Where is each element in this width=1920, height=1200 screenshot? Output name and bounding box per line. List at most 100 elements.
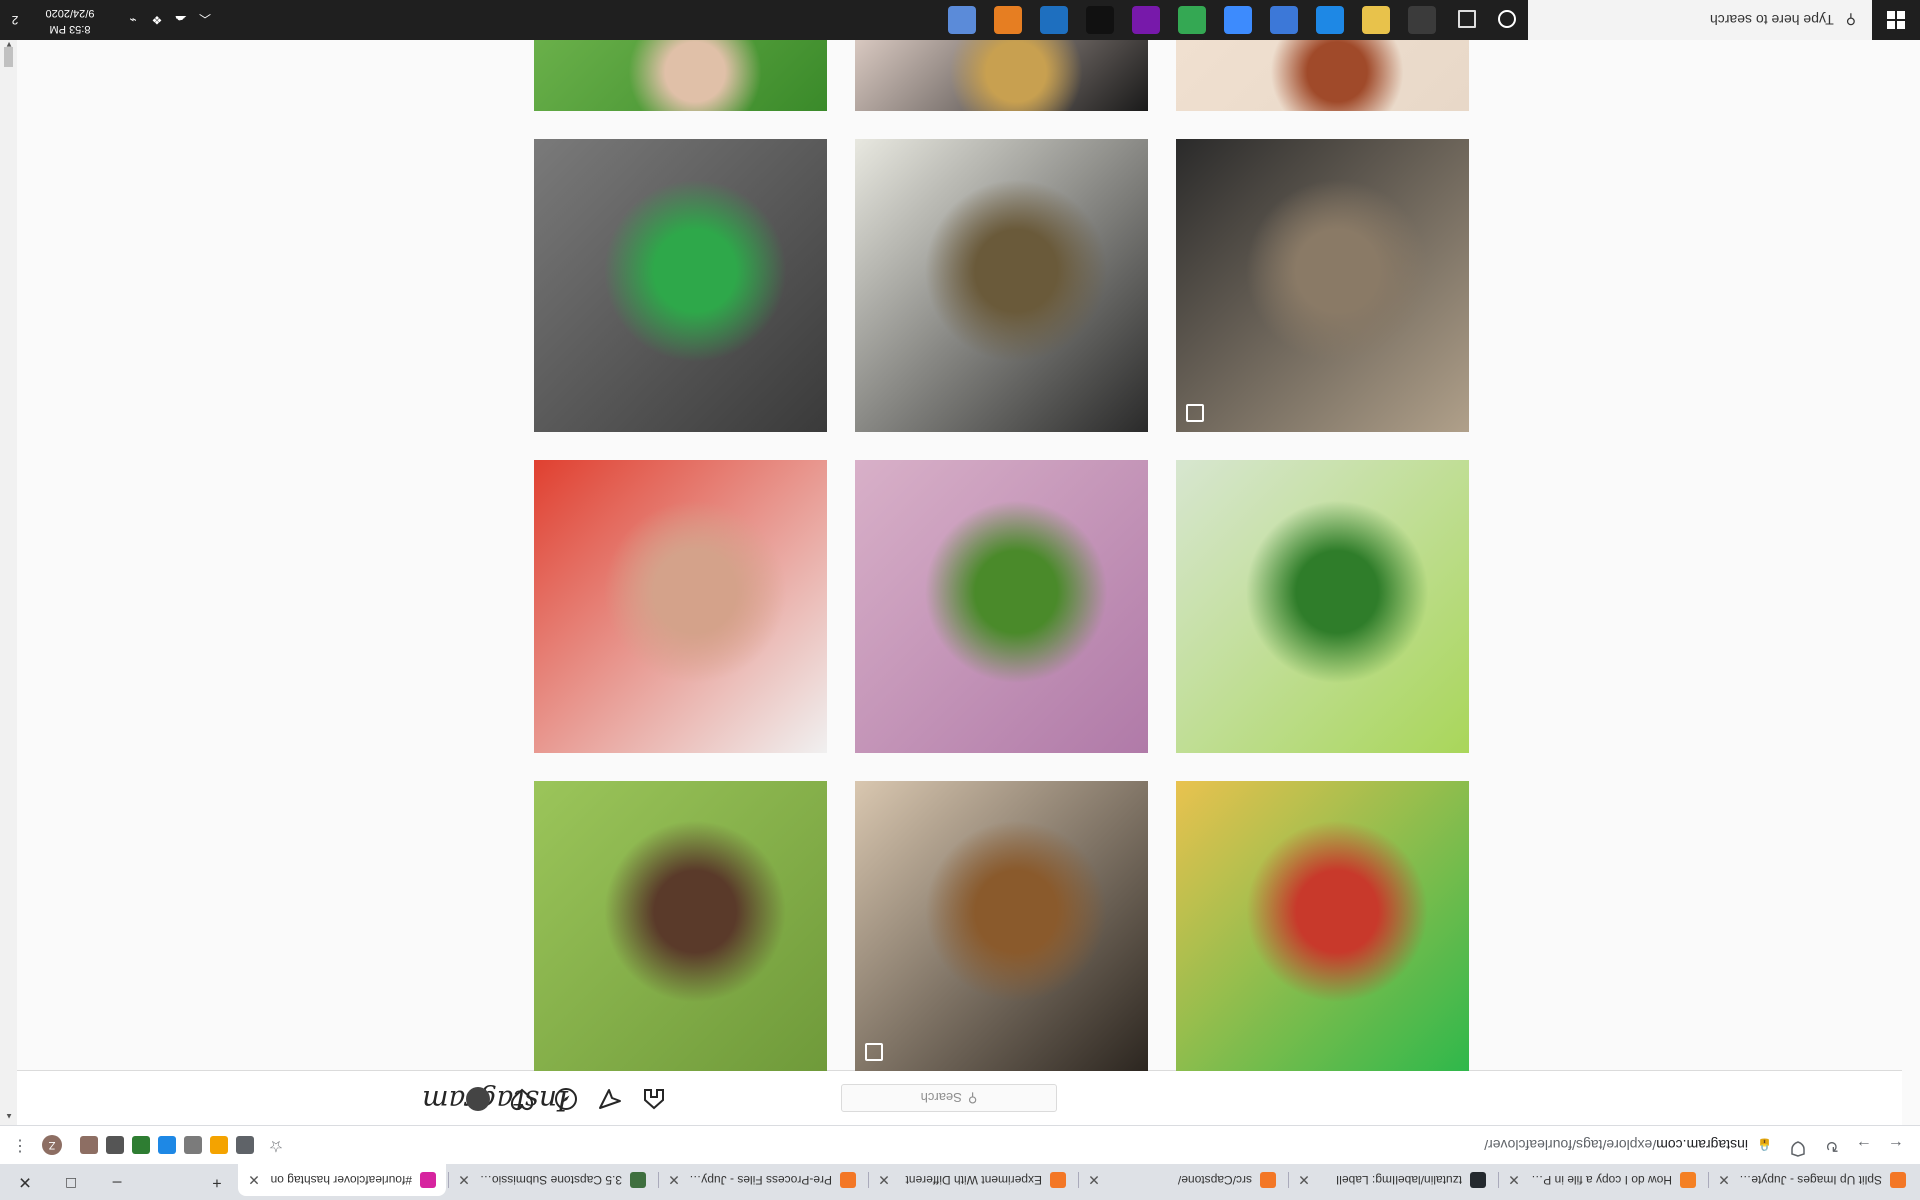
post-thumbnail[interactable] bbox=[534, 781, 827, 1071]
maximize-button[interactable]: □ bbox=[48, 1164, 94, 1200]
multiple-posts-icon bbox=[1186, 404, 1204, 422]
post-thumbnail[interactable] bbox=[855, 460, 1148, 753]
post-thumbnail[interactable] bbox=[855, 139, 1148, 432]
close-tab-icon[interactable]: ✕ bbox=[1506, 1172, 1522, 1188]
scroll-down-arrow-icon[interactable]: ▼ bbox=[5, 40, 13, 49]
taskbar-app-icon[interactable] bbox=[994, 6, 1022, 34]
close-tab-icon[interactable]: ✕ bbox=[246, 1172, 262, 1188]
extension-icon[interactable] bbox=[236, 1136, 254, 1154]
browser-tab[interactable]: src/Capstone/ ✕ bbox=[1078, 1164, 1286, 1196]
close-tab-icon[interactable]: ✕ bbox=[666, 1172, 682, 1188]
taskbar-app-icon[interactable] bbox=[1362, 6, 1390, 34]
extension-icon[interactable] bbox=[106, 1136, 124, 1154]
extension-icon[interactable] bbox=[132, 1136, 150, 1154]
taskbar-app-icon[interactable] bbox=[1086, 6, 1114, 34]
post-thumbnail[interactable] bbox=[534, 40, 827, 111]
tray-overflow-chevron-icon[interactable]: ︿ bbox=[194, 0, 216, 40]
extension-icon[interactable] bbox=[80, 1136, 98, 1154]
browser-tab[interactable]: How do I copy a file in Pyth ✕ bbox=[1498, 1164, 1706, 1196]
tab-title: #fourleafclover hashtag on bbox=[270, 1173, 412, 1187]
taskbar-clock[interactable]: 8:53 PM 9/24/2020 bbox=[30, 5, 110, 37]
browser-tab[interactable]: tzutalin/labelImg: LabelI ✕ bbox=[1288, 1164, 1496, 1196]
post-thumbnail[interactable] bbox=[1176, 460, 1469, 753]
post-thumbnail[interactable] bbox=[1176, 139, 1469, 432]
close-tab-icon[interactable]: ✕ bbox=[1296, 1172, 1312, 1188]
taskbar-app-icon[interactable] bbox=[1408, 6, 1436, 34]
search-icon: ⚲ bbox=[967, 1091, 978, 1106]
browser-toolbar: ← → ↻ 🔒 instagram.com/explore/tags/fourl… bbox=[0, 1125, 1920, 1164]
browser-tab-active[interactable]: #fourleafclover hashtag on ✕ bbox=[238, 1164, 446, 1196]
direct-message-icon[interactable] bbox=[598, 1087, 622, 1111]
action-center-notification-icon[interactable]: 2 bbox=[0, 0, 30, 40]
post-thumbnail[interactable] bbox=[534, 139, 827, 432]
browser-menu-button[interactable]: ⋮ bbox=[8, 1133, 32, 1157]
page-scrollbar[interactable]: ▲ ▼ bbox=[0, 35, 17, 1125]
taskbar-app-icon[interactable] bbox=[1178, 6, 1206, 34]
url-host: instagram.com bbox=[1656, 1137, 1748, 1153]
screen: Split Up Images - Jupyter N ✕ How do I c… bbox=[0, 0, 1920, 1200]
browser-tab[interactable]: 3.5 Capstone Submission - ✕ bbox=[448, 1164, 656, 1196]
extension-icon[interactable] bbox=[158, 1136, 176, 1154]
network-icon[interactable]: ⌁ bbox=[122, 0, 144, 40]
windows-logo-icon bbox=[1887, 11, 1905, 29]
task-view-icon[interactable] bbox=[1458, 10, 1476, 28]
post-thumbnail[interactable] bbox=[534, 460, 827, 753]
tab-title: tzutalin/labelImg: LabelI bbox=[1335, 1173, 1462, 1187]
tab-title: Pre-Process Files - Jupyter bbox=[688, 1173, 832, 1187]
post-thumbnail[interactable] bbox=[855, 40, 1148, 111]
new-tab-button[interactable]: + bbox=[202, 1164, 232, 1200]
extension-icon[interactable] bbox=[184, 1136, 202, 1154]
instagram-search-input[interactable]: ⚲ Search bbox=[841, 1084, 1057, 1112]
jupyter-favicon-icon bbox=[1260, 1172, 1276, 1188]
jupyter-favicon-icon bbox=[1050, 1172, 1066, 1188]
browser-tab[interactable]: Pre-Process Files - Jupyter ✕ bbox=[658, 1164, 866, 1196]
close-window-button[interactable]: ✕ bbox=[2, 1164, 48, 1200]
minimize-button[interactable]: – bbox=[94, 1164, 140, 1200]
dropbox-icon[interactable]: ❖ bbox=[146, 0, 168, 40]
course-favicon-icon bbox=[630, 1172, 646, 1188]
notification-count: 2 bbox=[11, 13, 19, 27]
post-thumbnail[interactable] bbox=[855, 781, 1148, 1071]
instagram-header: Instagram ⚲ Search bbox=[16, 1070, 1902, 1125]
back-button[interactable]: ← bbox=[1884, 1133, 1908, 1157]
post-thumbnail[interactable] bbox=[1176, 40, 1469, 111]
taskbar-app-icon[interactable] bbox=[1132, 6, 1160, 34]
taskbar-app-icon[interactable] bbox=[1040, 6, 1068, 34]
close-tab-icon[interactable]: ✕ bbox=[1086, 1172, 1102, 1188]
url-path: /explore/tags/fourleafclover/ bbox=[1484, 1137, 1657, 1153]
taskbar-app-icon[interactable] bbox=[1224, 6, 1252, 34]
instagram-logo[interactable]: Instagram bbox=[422, 1084, 568, 1117]
tab-title: src/Capstone/ bbox=[1177, 1173, 1252, 1187]
cortana-icon[interactable] bbox=[1498, 10, 1516, 28]
stackoverflow-favicon-icon bbox=[1680, 1172, 1696, 1188]
close-tab-icon[interactable]: ✕ bbox=[1716, 1172, 1732, 1188]
tab-title: How do I copy a file in Pyth bbox=[1528, 1173, 1672, 1187]
jupyter-favicon-icon bbox=[1890, 1172, 1906, 1188]
activity-heart-icon[interactable] bbox=[510, 1087, 534, 1111]
post-thumbnail[interactable] bbox=[1176, 781, 1469, 1071]
windows-start-button[interactable] bbox=[1872, 0, 1920, 40]
taskbar-app-icon[interactable] bbox=[1316, 6, 1344, 34]
browser-tab[interactable]: Split Up Images - Jupyter N ✕ bbox=[1708, 1164, 1916, 1196]
close-tab-icon[interactable]: ✕ bbox=[876, 1172, 892, 1188]
extension-icon[interactable] bbox=[210, 1136, 228, 1154]
profile-avatar-icon[interactable] bbox=[466, 1087, 490, 1111]
star-icon[interactable]: ☆ bbox=[264, 1133, 288, 1157]
browser-tab[interactable]: Experiment With Different ✕ bbox=[868, 1164, 1076, 1196]
address-bar[interactable]: 🔒 instagram.com/explore/tags/fourleafclo… bbox=[392, 1130, 1772, 1160]
shield-icon[interactable] bbox=[1786, 1133, 1810, 1157]
profile-avatar[interactable]: Z bbox=[42, 1135, 62, 1155]
forward-button[interactable]: → bbox=[1852, 1133, 1876, 1157]
lock-icon: 🔒 bbox=[1757, 1138, 1772, 1152]
scroll-up-arrow-icon[interactable]: ▲ bbox=[5, 1112, 13, 1121]
explore-compass-icon[interactable] bbox=[554, 1087, 578, 1111]
home-icon[interactable] bbox=[642, 1087, 666, 1111]
onedrive-icon[interactable]: ☁ bbox=[170, 0, 192, 40]
taskbar-search-box[interactable]: ⚲ Type here to search bbox=[1528, 0, 1872, 40]
taskbar-app-icon[interactable] bbox=[948, 6, 976, 34]
tab-title: Split Up Images - Jupyter N bbox=[1738, 1173, 1882, 1187]
taskbar-app-icon[interactable] bbox=[1270, 6, 1298, 34]
scrollbar-thumb[interactable] bbox=[4, 47, 13, 67]
close-tab-icon[interactable]: ✕ bbox=[456, 1172, 472, 1188]
reload-button[interactable]: ↻ bbox=[1820, 1133, 1844, 1157]
